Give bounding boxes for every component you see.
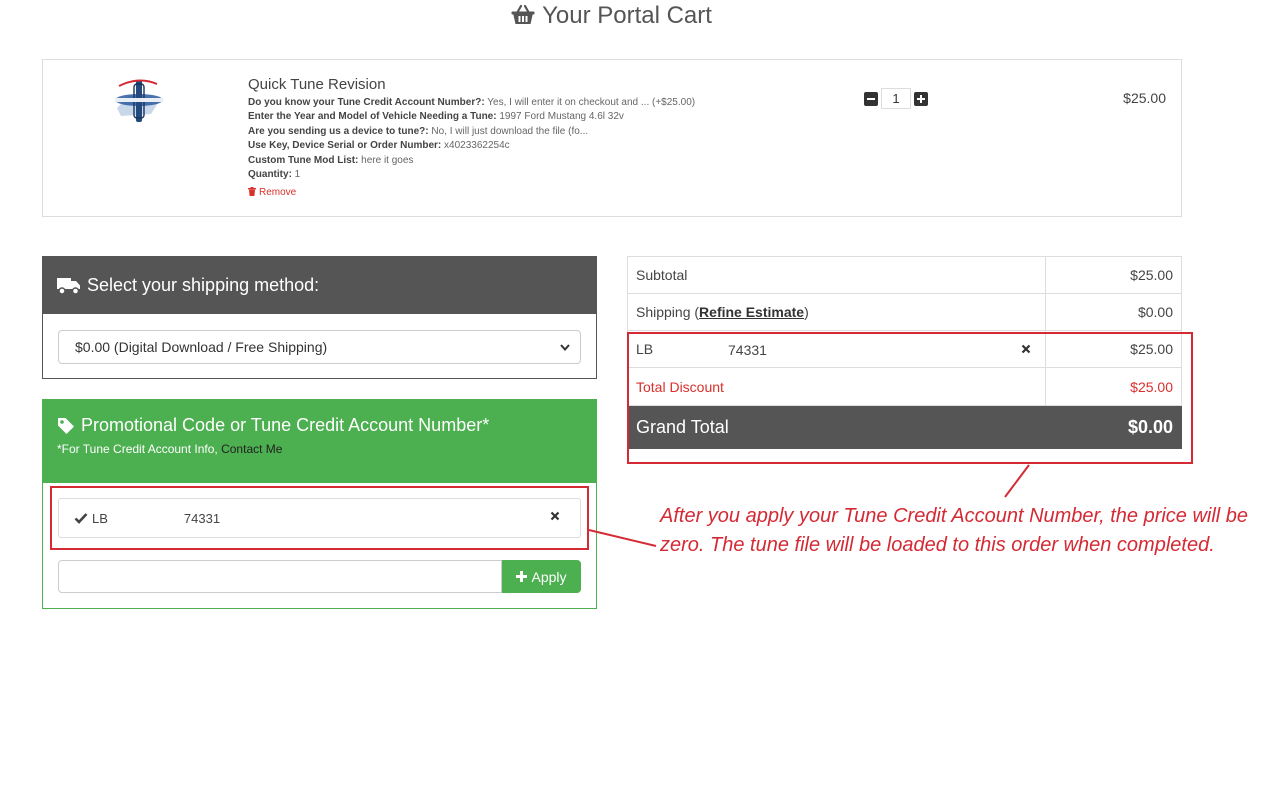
cart-item-option: Use Key, Device Serial or Order Number: …	[248, 140, 510, 152]
cart-item-name[interactable]: Quick Tune Revision	[248, 76, 768, 93]
tag-icon	[58, 417, 74, 434]
subtotal-row: Subtotal $25.00	[627, 256, 1182, 294]
cart-item-option: Custom Tune Mod List: here it goes	[248, 154, 414, 166]
increase-quantity-button[interactable]	[914, 91, 928, 106]
cart-item-option: Enter the Year and Model of Vehicle Need…	[248, 111, 624, 123]
shipping-row: Shipping (Refine Estimate) $0.00	[627, 293, 1182, 331]
discount-code-label: LB	[636, 341, 654, 357]
refine-estimate-link[interactable]: Refine Estimate	[699, 304, 804, 320]
plus-icon	[917, 94, 925, 103]
page-title: Your Portal Cart	[0, 2, 1222, 30]
cart-item-row: Quick Tune Revision Do you know your Tun…	[42, 59, 1182, 217]
chevron-down-icon	[560, 343, 570, 351]
cart-item-details: Quick Tune Revision Do you know your Tun…	[248, 76, 768, 200]
discount-code-value: $25.00	[1045, 330, 1182, 368]
shipping-value: $0.00	[1045, 293, 1182, 331]
cart-item-option: Quantity: 1	[248, 169, 301, 181]
page-title-text: Your Portal Cart	[542, 2, 712, 29]
quantity-input[interactable]	[881, 88, 911, 109]
apply-button[interactable]: Apply	[502, 560, 581, 593]
grand-total-value: $0.00	[1045, 405, 1182, 449]
total-discount-label: Total Discount	[627, 367, 1046, 406]
decrease-quantity-button[interactable]	[864, 91, 878, 106]
subtotal-label: Subtotal	[627, 256, 1046, 294]
total-discount-value: $25.00	[1045, 367, 1182, 406]
total-discount-row: Total Discount $25.00	[627, 367, 1182, 406]
applied-code-label: LB	[92, 510, 108, 526]
apply-label: Apply	[531, 568, 567, 585]
shipping-title: Select your shipping method:	[87, 275, 320, 295]
check-icon	[74, 513, 88, 524]
remove-discount-icon[interactable]	[1021, 344, 1031, 354]
promo-title: Promotional Code or Tune Credit Account …	[81, 415, 490, 435]
discount-code-cell: LB 74331	[627, 330, 1046, 368]
applied-promo-code: LB 74331	[58, 498, 581, 538]
annotation-note: After you apply your Tune Credit Account…	[660, 505, 1249, 556]
promo-header: Promotional Code or Tune Credit Account …	[43, 400, 596, 483]
promo-note: *For Tune Credit Account Info, Contact M…	[57, 442, 283, 456]
discount-code-row: LB 74331 $25.00	[627, 330, 1182, 368]
line-item-price: $25.00	[1123, 90, 1166, 106]
plus-icon	[516, 571, 528, 582]
quantity-stepper	[864, 88, 928, 109]
discount-code-number: 74331	[728, 342, 767, 358]
trash-icon	[248, 187, 256, 197]
remove-item-link[interactable]: Remove	[248, 187, 296, 198]
order-totals-table: Subtotal $25.00 Shipping (Refine Estimat…	[627, 256, 1182, 449]
shipping-selected-option: $0.00 (Digital Download / Free Shipping)	[75, 339, 328, 355]
applied-code-number: 74331	[183, 510, 221, 526]
grand-total-row: Grand Total $0.00	[627, 405, 1182, 449]
shipping-header: Select your shipping method:	[43, 257, 596, 314]
minus-icon	[867, 97, 875, 100]
cart-item-option: Do you know your Tune Credit Account Num…	[248, 97, 696, 108]
shipping-label: Shipping (Refine Estimate)	[627, 293, 1046, 331]
cart-item-option: Are you sending us a device to tune?: No…	[248, 125, 589, 137]
subtotal-value: $25.00	[1045, 256, 1182, 294]
grand-total-label: Grand Total	[627, 405, 1046, 449]
truck-icon	[57, 277, 80, 295]
product-thumbnail[interactable]	[111, 76, 167, 126]
promo-panel: Promotional Code or Tune Credit Account …	[42, 399, 597, 609]
remove-code-icon[interactable]	[550, 511, 560, 521]
promo-code-input[interactable]	[58, 560, 502, 593]
shipping-method-select[interactable]: $0.00 (Digital Download / Free Shipping)	[58, 330, 581, 364]
basket-icon	[511, 4, 535, 24]
shipping-panel: Select your shipping method: $0.00 (Digi…	[42, 256, 597, 379]
contact-me-link[interactable]: Contact Me	[221, 442, 282, 456]
remove-label: Remove	[259, 187, 297, 199]
